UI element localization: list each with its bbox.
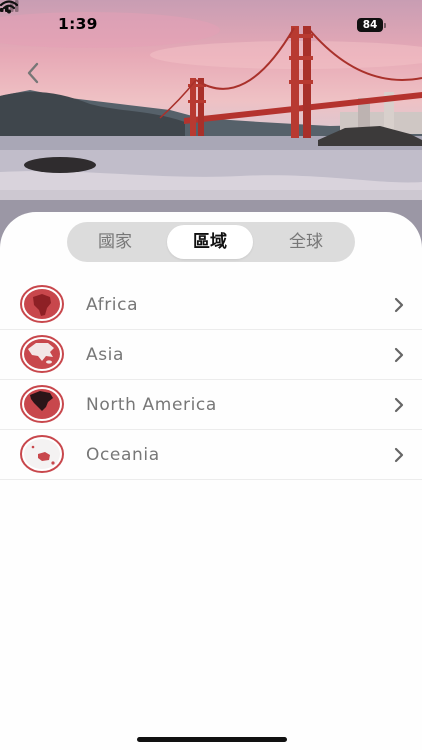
chevron-left-icon	[27, 62, 39, 84]
region-name: Oceania	[86, 445, 160, 465]
chevron-right-icon	[394, 397, 404, 413]
region-list: Africa Asia North America Oceania	[0, 280, 422, 480]
north-america-globe-icon	[20, 385, 64, 423]
battery-tip	[384, 23, 386, 28]
chevron-right-icon	[394, 447, 404, 463]
africa-globe-icon	[20, 285, 64, 323]
tab-global[interactable]: 全球	[263, 225, 349, 259]
battery-indicator: 84	[357, 18, 383, 32]
content-sheet: 國家 區域 全球 Africa Asia North America Ocean…	[0, 212, 422, 750]
back-button[interactable]	[26, 62, 52, 90]
region-row-north-america[interactable]: North America	[0, 380, 422, 430]
region-row-africa[interactable]: Africa	[0, 280, 422, 330]
tab-country[interactable]: 國家	[72, 225, 158, 259]
region-name: North America	[86, 395, 217, 415]
chevron-right-icon	[394, 347, 404, 363]
region-row-oceania[interactable]: Oceania	[0, 430, 422, 480]
status-time: 1:39	[58, 15, 98, 33]
region-name: Asia	[86, 345, 125, 365]
chevron-right-icon	[394, 297, 404, 313]
wifi-icon	[0, 0, 18, 14]
region-row-asia[interactable]: Asia	[0, 330, 422, 380]
asia-globe-icon	[20, 335, 64, 373]
region-scope-tabs: 國家 區域 全球	[67, 222, 355, 262]
home-indicator[interactable]	[137, 737, 287, 742]
status-bar: 1:39 84	[0, 0, 422, 50]
region-name: Africa	[86, 295, 139, 315]
oceania-globe-icon	[20, 435, 64, 473]
tab-region[interactable]: 區域	[167, 225, 253, 259]
